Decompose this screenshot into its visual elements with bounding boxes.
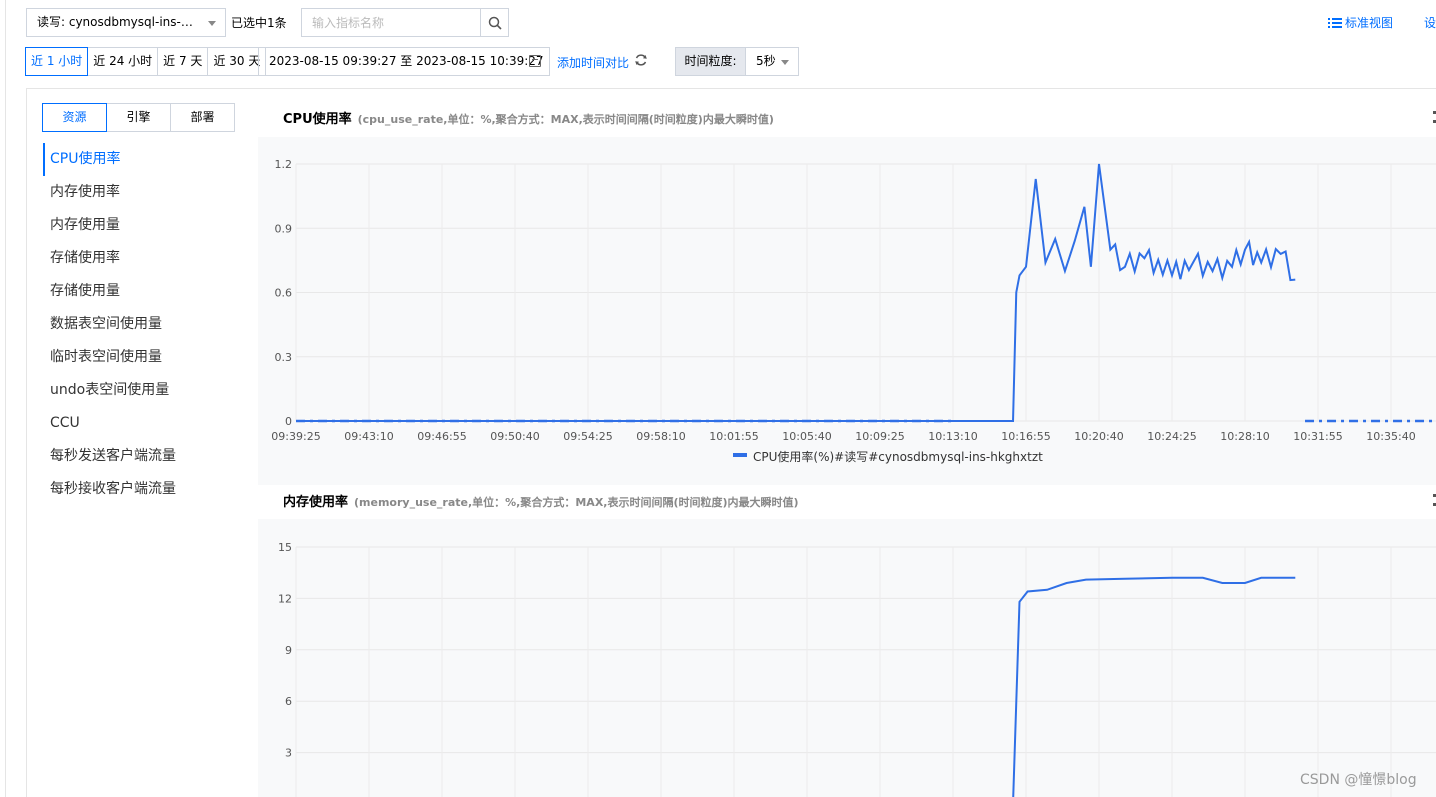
granularity-select[interactable]: 5秒 bbox=[746, 47, 799, 76]
mem-chart-subtitle: (memory_use_rate,单位：%,聚合方式：MAX,表示时间间隔(时间… bbox=[354, 496, 799, 509]
settings-link[interactable]: 设 bbox=[1424, 14, 1436, 31]
left-edge-border bbox=[0, 0, 6, 797]
tab-engine[interactable]: 引擎 bbox=[106, 103, 171, 132]
standard-view-button[interactable]: 标准视图 bbox=[1328, 14, 1393, 31]
metric-item-cpu[interactable]: CPU使用率 bbox=[43, 143, 243, 176]
mem-chart-title-row: 内存使用率 (memory_use_rate,单位：%,聚合方式：MAX,表示时间… bbox=[283, 491, 799, 510]
cpu-chart-title-row: CPU使用率 (cpu_use_rate,单位：%,聚合方式：MAX,表示时间间隔… bbox=[283, 108, 774, 127]
x-tick-label: 09:50:40 bbox=[490, 430, 539, 443]
instance-select[interactable]: 读写: cynosdbmysql-ins-hkg... bbox=[26, 8, 226, 37]
y-tick-label: 0 bbox=[285, 415, 292, 428]
x-tick-label: 10:28:10 bbox=[1220, 430, 1269, 443]
mem-chart: 3 6 9 12 15 bbox=[278, 541, 1436, 797]
metric-search bbox=[301, 8, 509, 37]
metric-item-mem-used[interactable]: 内存使用量 bbox=[43, 209, 243, 242]
metric-item-undo-space[interactable]: undo表空间使用量 bbox=[43, 374, 243, 407]
metric-item-temp-space[interactable]: 临时表空间使用量 bbox=[43, 341, 243, 374]
x-tick-label: 09:54:25 bbox=[563, 430, 612, 443]
x-tick-label: 10:05:40 bbox=[782, 430, 831, 443]
metric-item-storage-used[interactable]: 存储使用量 bbox=[43, 275, 243, 308]
cpu-chart: 0 0.3 0.6 0.9 1.2 09:39:25 09:43:10 09:46:55 09:… bbox=[271, 158, 1436, 464]
metric-item-ccu[interactable]: CCU bbox=[43, 407, 243, 440]
cpu-chart-subtitle: (cpu_use_rate,单位：%,聚合方式：MAX,表示时间间隔(时间粒度)… bbox=[357, 113, 774, 126]
x-tick-label: 10:35:40 bbox=[1366, 430, 1415, 443]
tab-deploy[interactable]: 部署 bbox=[170, 103, 235, 132]
time-range-buttons: 近 1 小时 近 24 小时 近 7 天 近 30 天 bbox=[25, 47, 267, 76]
add-time-compare-link[interactable]: 添加时间对比 bbox=[557, 54, 629, 71]
granularity-value: 5秒 bbox=[756, 54, 776, 68]
y-tick-label: 0.9 bbox=[275, 222, 293, 235]
metric-item-storage-rate[interactable]: 存储使用率 bbox=[43, 242, 243, 275]
series-line[interactable] bbox=[1012, 576, 1296, 797]
mem-chart-title: 内存使用率 bbox=[283, 495, 349, 510]
y-tick-label: 12 bbox=[278, 592, 292, 605]
legend-swatch bbox=[733, 453, 747, 457]
y-tick-label: 1.2 bbox=[275, 158, 293, 171]
search-button[interactable] bbox=[480, 9, 508, 36]
metric-item-table-space[interactable]: 数据表空间使用量 bbox=[43, 308, 243, 341]
tab-resource[interactable]: 资源 bbox=[42, 103, 107, 132]
watermark: CSDN @憧憬blog bbox=[1300, 772, 1417, 788]
x-tick-label: 10:20:40 bbox=[1074, 430, 1123, 443]
refresh-icon[interactable] bbox=[634, 53, 648, 67]
chevron-down-icon bbox=[208, 21, 216, 26]
x-tick-label: 10:24:25 bbox=[1147, 430, 1196, 443]
calendar-icon bbox=[529, 55, 541, 67]
x-tick-label: 09:43:10 bbox=[344, 430, 393, 443]
date-range-picker[interactable]: 2023-08-15 09:39:27 至 2023-08-15 10:39:2… bbox=[258, 47, 550, 76]
y-tick-label: 9 bbox=[285, 644, 292, 657]
y-tick-label: 0.6 bbox=[275, 287, 293, 300]
metric-item-send-traffic[interactable]: 每秒发送客户端流量 bbox=[43, 440, 243, 473]
legend-label[interactable]: CPU使用率(%)#读写#cynosdbmysql-ins-hkghxtzt bbox=[753, 449, 1043, 464]
x-tick-label: 10:31:55 bbox=[1293, 430, 1342, 443]
time-btn-1h[interactable]: 近 1 小时 bbox=[25, 47, 89, 76]
granularity-label: 时间粒度: bbox=[675, 47, 746, 76]
search-input[interactable] bbox=[302, 9, 482, 36]
x-tick-label: 09:39:25 bbox=[271, 430, 320, 443]
standard-view-label: 标准视图 bbox=[1345, 16, 1394, 30]
cpu-chart-title: CPU使用率 bbox=[283, 112, 352, 127]
y-tick-label: 6 bbox=[285, 695, 292, 708]
selected-count: 已选中1条 bbox=[231, 16, 287, 30]
x-tick-label: 09:58:10 bbox=[636, 430, 685, 443]
y-tick-label: 15 bbox=[278, 541, 292, 554]
time-btn-24h[interactable]: 近 24 小时 bbox=[87, 47, 159, 76]
date-range-value: 2023-08-15 09:39:27 至 2023-08-15 10:39:2… bbox=[269, 54, 544, 68]
time-btn-7d[interactable]: 近 7 天 bbox=[157, 47, 209, 76]
x-tick-label: 10:16:55 bbox=[1001, 430, 1050, 443]
x-tick-label: 10:09:25 bbox=[855, 430, 904, 443]
metric-item-mem-rate[interactable]: 内存使用率 bbox=[43, 176, 243, 209]
list-icon bbox=[1328, 17, 1342, 28]
x-tick-label: 09:46:55 bbox=[417, 430, 466, 443]
search-icon bbox=[488, 16, 502, 30]
instance-select-value: 读写: cynosdbmysql-ins-hkg... bbox=[37, 15, 215, 29]
y-tick-label: 3 bbox=[285, 747, 292, 760]
x-tick-label: 10:01:55 bbox=[709, 430, 758, 443]
category-tabs: 资源 引擎 部署 bbox=[42, 103, 235, 132]
chevron-down-icon bbox=[781, 60, 789, 65]
x-tick-label: 10:13:10 bbox=[928, 430, 977, 443]
y-tick-label: 0.3 bbox=[275, 351, 293, 364]
metric-list: CPU使用率 内存使用率 内存使用量 存储使用率 存储使用量 数据表空间使用量 … bbox=[43, 143, 243, 506]
metric-item-recv-traffic[interactable]: 每秒接收客户端流量 bbox=[43, 473, 243, 506]
